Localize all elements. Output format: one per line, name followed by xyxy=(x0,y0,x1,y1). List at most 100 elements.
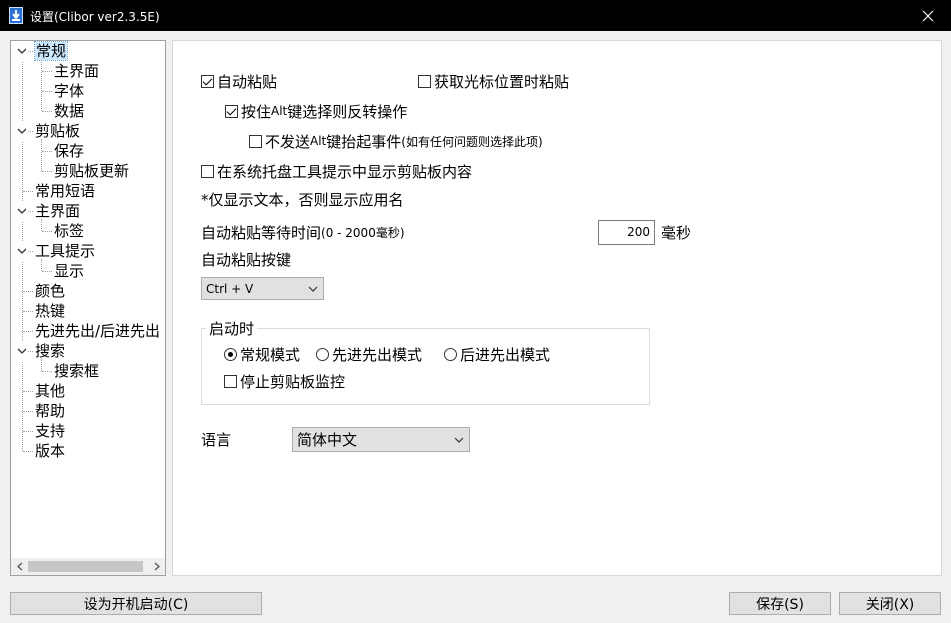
tree-item-label: 显示 xyxy=(54,262,85,280)
tree-item[interactable]: 热键 xyxy=(35,301,65,321)
tree-guide-line xyxy=(41,219,42,231)
stop-monitor-checkbox[interactable]: 停止剪贴板监控 xyxy=(224,371,345,391)
tree-item[interactable]: 先进先出/后进先出 xyxy=(35,321,160,341)
radio-circle[interactable] xyxy=(316,347,329,361)
tree-item[interactable]: 剪贴板 xyxy=(35,121,80,141)
chevron-down-icon xyxy=(308,278,318,299)
tree-item[interactable]: 支持 xyxy=(35,421,65,441)
tree-item-label: 搜索框 xyxy=(54,362,100,380)
tree-item[interactable]: 标签 xyxy=(54,221,84,241)
close-button[interactable]: 关闭(X) xyxy=(839,592,941,615)
tree-item[interactable]: 常用短语 xyxy=(35,181,95,201)
checkbox-box[interactable] xyxy=(201,164,214,178)
window-close-button[interactable] xyxy=(905,0,951,31)
tree-item[interactable]: 主界面 xyxy=(54,61,99,81)
tree-guide-line xyxy=(41,139,42,171)
tree-item-label: 热键 xyxy=(35,302,66,320)
tree-item[interactable]: 搜索 xyxy=(35,341,65,361)
tree-guide-line xyxy=(42,151,52,152)
tree-guide-line xyxy=(42,271,52,272)
tree-item-label: 数据 xyxy=(54,102,85,120)
checkbox-box[interactable] xyxy=(224,374,237,388)
tree-item-label: 颜色 xyxy=(35,282,66,300)
auto-paste-checkbox[interactable]: 自动粘贴 xyxy=(201,71,277,91)
scroll-left-icon[interactable] xyxy=(11,558,28,575)
expand-chevron-icon[interactable] xyxy=(16,341,28,361)
paste-wait-label: 自动粘贴等待时间 (0 - 2000毫秒) xyxy=(201,223,405,242)
mode-fifo-radio[interactable]: 先进先出模式 xyxy=(316,344,422,364)
language-select[interactable]: 简体中文 xyxy=(292,427,470,452)
tree-item-label: 支持 xyxy=(35,422,66,440)
checkbox-box[interactable] xyxy=(201,74,214,88)
close-icon xyxy=(922,10,934,21)
scrollbar-thumb[interactable] xyxy=(28,561,143,572)
tree-item[interactable]: 保存 xyxy=(54,141,84,161)
chevron-down-icon xyxy=(454,428,464,451)
tree-guide-line xyxy=(42,171,52,172)
alt-reverse-checkbox[interactable]: 按住 Alt 键选择则反转操作 xyxy=(225,101,407,121)
tree-item[interactable]: 主界面 xyxy=(35,201,80,221)
tree-guide-line xyxy=(42,71,52,72)
tree-guide-line xyxy=(41,359,42,371)
expand-chevron-icon[interactable] xyxy=(16,201,28,221)
checkbox-box[interactable] xyxy=(418,74,431,88)
tree-item-label: 搜索 xyxy=(35,342,66,360)
tree-item[interactable]: 版本 xyxy=(35,441,65,461)
tree-guide-line xyxy=(41,259,42,271)
tree-item-label: 先进先出/后进先出 xyxy=(35,322,161,340)
paste-on-cursor-checkbox[interactable]: 获取光标位置时粘贴 xyxy=(418,71,569,91)
tree-item-label: 剪贴板 xyxy=(35,122,81,140)
tree-item[interactable]: 帮助 xyxy=(35,401,65,421)
save-button[interactable]: 保存(S) xyxy=(729,592,831,615)
tree-item-label: 标签 xyxy=(54,222,85,240)
tree-item-label: 常用短语 xyxy=(35,182,96,200)
scroll-right-icon[interactable] xyxy=(148,558,165,575)
title-bar: 设置(Clibor ver2.3.5E) xyxy=(0,0,951,31)
checkbox-box[interactable] xyxy=(225,104,238,118)
tree-item-label: 主界面 xyxy=(54,62,100,80)
paste-wait-input[interactable]: 200 xyxy=(598,220,655,245)
expand-chevron-icon[interactable] xyxy=(16,121,28,141)
tree-item[interactable]: 剪贴板更新 xyxy=(54,161,129,181)
tree-guide-line xyxy=(23,191,33,192)
tree-item-label: 剪贴板更新 xyxy=(54,162,130,180)
tree-item[interactable]: 数据 xyxy=(54,101,84,121)
tree-item-label: 版本 xyxy=(35,442,66,460)
radio-circle[interactable] xyxy=(224,347,237,361)
tray-note: *仅显示文本，否则显示应用名 xyxy=(201,190,404,209)
expand-chevron-icon[interactable] xyxy=(16,41,28,61)
general-settings-panel: 自动粘贴 获取光标位置时粘贴 按住 Alt 键选择则反转操作 不发送 Alt 键抬起事件… xyxy=(172,40,942,576)
tree-item-label: 字体 xyxy=(54,82,85,100)
tree-guide-line xyxy=(23,411,33,412)
tree-guide-line xyxy=(23,311,33,312)
tree-guide-line xyxy=(42,231,52,232)
paste-key-label: 自动粘贴按键 xyxy=(201,250,292,269)
expand-chevron-icon[interactable] xyxy=(16,241,28,261)
no-alt-up-checkbox[interactable]: 不发送 Alt 键抬起事件 (如有任何问题则选择此项) xyxy=(249,131,543,151)
set-startup-button[interactable]: 设为开机启动(C) xyxy=(10,592,262,615)
tree-item[interactable]: 显示 xyxy=(54,261,84,281)
tree-item-label: 其他 xyxy=(35,382,66,400)
tree-item-label: 主界面 xyxy=(35,202,81,220)
mode-normal-radio[interactable]: 常规模式 xyxy=(224,344,300,364)
tree-guide-line xyxy=(41,59,42,111)
paste-key-select[interactable]: Ctrl + V xyxy=(201,277,324,300)
tray-tooltip-checkbox[interactable]: 在系统托盘工具提示中显示剪贴板内容 xyxy=(201,161,472,181)
tree-guide-line xyxy=(23,291,33,292)
tree-guide-line xyxy=(23,431,33,432)
checkbox-box[interactable] xyxy=(249,134,262,148)
tree-item[interactable]: 搜索框 xyxy=(54,361,99,381)
tree-item[interactable]: 工具提示 xyxy=(35,241,95,261)
tree-item[interactable]: 字体 xyxy=(54,81,84,101)
settings-tree[interactable]: 常规 主界面 字体 数据 剪贴板 保存 剪贴板更新 常用短语 主界面 标签 工具提示 显示 颜色 热键 先进… xyxy=(10,40,166,576)
tree-guide-line xyxy=(23,331,33,332)
tree-item[interactable]: 常规 xyxy=(33,41,69,61)
tree-item[interactable]: 颜色 xyxy=(35,281,65,301)
tree-guide-line xyxy=(23,391,33,392)
tree-horizontal-scrollbar[interactable] xyxy=(11,558,165,575)
tree-guide-line xyxy=(42,371,52,372)
window-title: 设置(Clibor ver2.3.5E) xyxy=(30,10,160,24)
mode-lifo-radio[interactable]: 后进先出模式 xyxy=(444,344,550,364)
tree-item[interactable]: 其他 xyxy=(35,381,65,401)
radio-circle[interactable] xyxy=(444,347,457,361)
